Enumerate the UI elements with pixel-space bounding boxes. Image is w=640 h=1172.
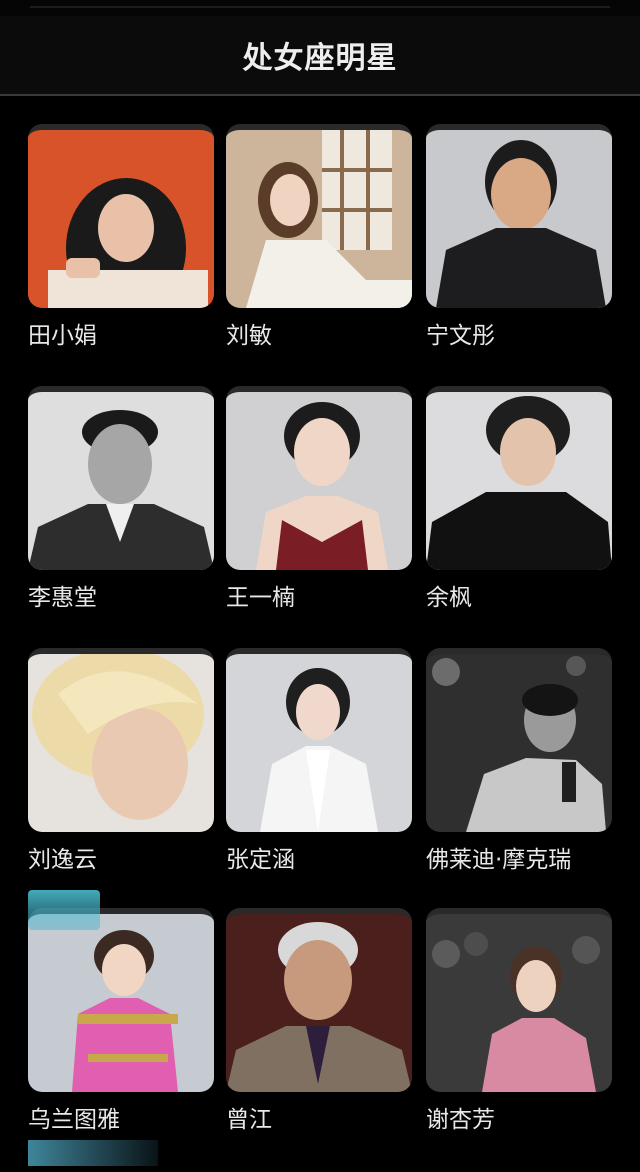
celebrity-photo[interactable] (426, 648, 612, 832)
top-strip (0, 0, 640, 16)
celebrity-name: 乌兰图雅 (28, 1107, 120, 1133)
page-header: 处女座明星 (0, 16, 640, 94)
celebrity-name: 曾江 (226, 1107, 272, 1133)
highlight-mark (28, 1140, 158, 1166)
celebrity-name: 王一楠 (226, 585, 295, 611)
celebrity-card[interactable]: 田小娟 (28, 124, 216, 364)
celebrity-card[interactable]: 刘敏 (226, 124, 414, 364)
celebrity-name: 刘逸云 (28, 847, 97, 873)
celebrity-name: 佛莱迪·摩克瑞 (426, 847, 572, 873)
celebrity-photo[interactable] (226, 386, 412, 570)
celebrity-name: 田小娟 (28, 323, 97, 349)
celebrity-photo[interactable] (28, 648, 214, 832)
celebrity-name: 谢杏芳 (426, 1107, 495, 1133)
celebrity-card[interactable]: 佛莱迪·摩克瑞 (426, 648, 614, 888)
celebrity-card[interactable]: 谢杏芳 (426, 908, 614, 1148)
celebrity-photo[interactable] (426, 124, 612, 308)
celebrity-name: 李惠堂 (28, 585, 97, 611)
celebrity-photo[interactable] (426, 908, 612, 1092)
celebrity-photo[interactable] (28, 908, 214, 1092)
celebrity-card[interactable]: 宁文彤 (426, 124, 614, 364)
celebrity-grid: 田小娟 刘敏 宁文彤 李惠堂 王一楠 余枫 刘逸云 张定涵 佛莱迪·摩克瑞 乌兰… (0, 96, 640, 1172)
celebrity-photo[interactable] (226, 648, 412, 832)
page-title: 处女座明星 (242, 41, 398, 76)
celebrity-photo[interactable] (226, 908, 412, 1092)
celebrity-card[interactable]: 李惠堂 (28, 386, 216, 626)
celebrity-card[interactable]: 乌兰图雅 (28, 908, 216, 1148)
celebrity-name: 刘敏 (226, 323, 272, 349)
celebrity-name: 张定涵 (226, 847, 295, 873)
celebrity-card[interactable]: 张定涵 (226, 648, 414, 888)
celebrity-photo[interactable] (28, 124, 214, 308)
celebrity-photo[interactable] (28, 386, 214, 570)
highlight-mark (28, 890, 100, 930)
celebrity-photo[interactable] (426, 386, 612, 570)
celebrity-card[interactable]: 刘逸云 (28, 648, 216, 888)
celebrity-name: 余枫 (426, 585, 472, 611)
celebrity-name: 宁文彤 (426, 323, 495, 349)
celebrity-photo[interactable] (226, 124, 412, 308)
celebrity-card[interactable]: 曾江 (226, 908, 414, 1148)
celebrity-card[interactable]: 王一楠 (226, 386, 414, 626)
celebrity-card[interactable]: 余枫 (426, 386, 614, 626)
